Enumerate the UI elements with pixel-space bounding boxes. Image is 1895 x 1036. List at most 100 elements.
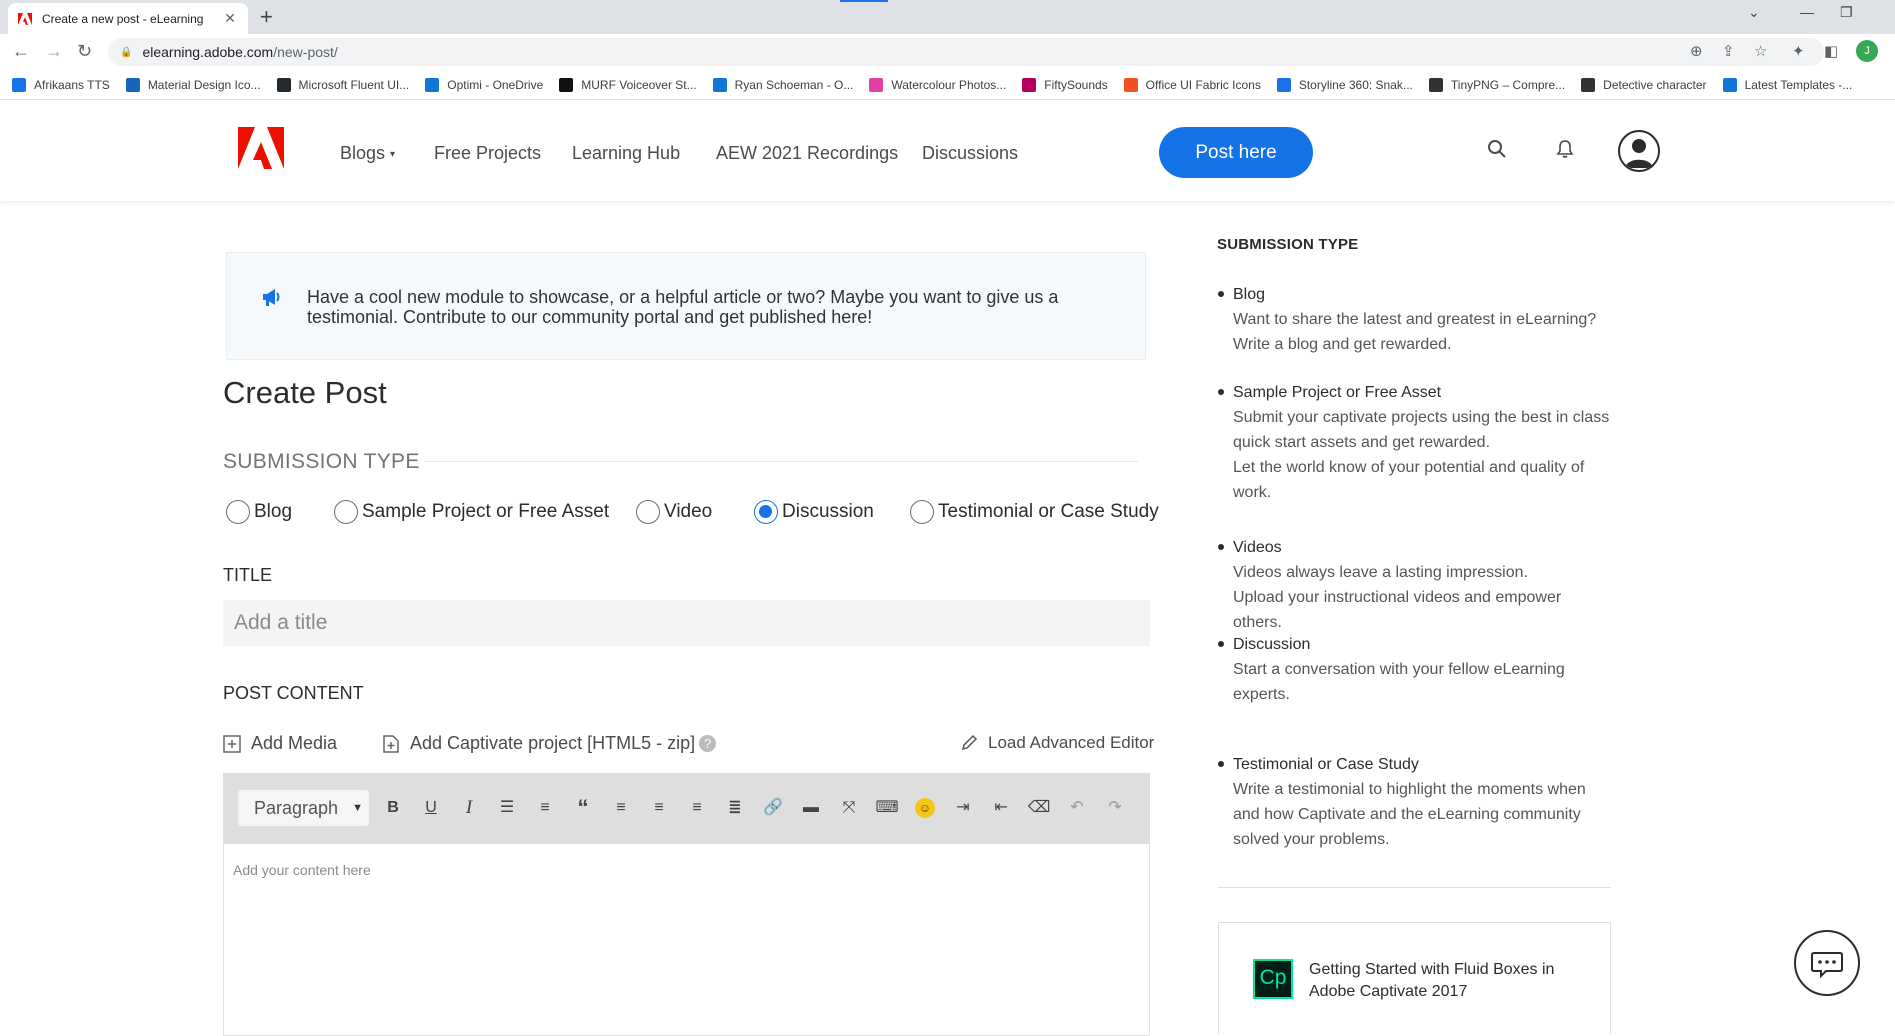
site-header: Blogs ▾ Free Projects Learning Hub AEW 2… <box>0 101 1895 201</box>
radio-circle[interactable] <box>334 500 358 524</box>
share-icon[interactable]: ⇪ <box>1722 42 1735 60</box>
tab-search-icon[interactable]: ⌄ <box>1748 4 1760 21</box>
close-tab-icon[interactable]: ✕ <box>222 10 238 27</box>
nav-aew-recordings[interactable]: AEW 2021 Recordings <box>716 143 898 164</box>
notification-bell-icon[interactable] <box>1555 139 1575 159</box>
align-right-icon[interactable]: ≡ <box>685 796 709 820</box>
sidebar-type-description: and how Captivate and the eLearning comm… <box>1233 806 1581 823</box>
bookmark-item[interactable]: Latest Templates -... <box>1722 77 1852 92</box>
nav-learning-hub[interactable]: Learning Hub <box>572 143 680 164</box>
bold-icon[interactable]: B <box>381 796 405 820</box>
load-advanced-editor-button[interactable]: Load Advanced Editor <box>960 733 1154 753</box>
radio-testimonial[interactable]: Testimonial or Case Study <box>910 500 1159 524</box>
nav-discussions[interactable]: Discussions <box>922 143 1018 164</box>
post-here-button[interactable]: Post here <box>1159 127 1313 178</box>
radio-circle[interactable] <box>910 500 934 524</box>
radio-circle[interactable] <box>636 500 660 524</box>
content-editor[interactable]: Add your content here <box>223 844 1150 1036</box>
loading-indicator <box>840 0 888 2</box>
bookmark-favicon-icon <box>12 77 26 92</box>
blockquote-icon[interactable]: “ <box>571 796 595 820</box>
bookmark-item[interactable]: TinyPNG – Compre... <box>1428 77 1565 92</box>
underline-icon[interactable]: U <box>419 796 443 820</box>
add-media-button[interactable]: Add Media <box>223 733 337 754</box>
bookmark-star-icon[interactable]: ☆ <box>1754 42 1767 60</box>
browser-tab[interactable]: Create a new post - eLearning ✕ <box>8 3 248 34</box>
restore-icon[interactable]: ❐ <box>1840 4 1853 21</box>
bookmark-item[interactable]: MURF Voiceover St... <box>559 77 697 92</box>
radio-circle[interactable] <box>226 500 250 524</box>
link-icon[interactable]: 🔗 <box>761 796 785 820</box>
radio-discussion[interactable]: Discussion <box>754 500 874 524</box>
search-icon[interactable] <box>1487 139 1507 159</box>
bookmark-item[interactable]: FiftySounds <box>1022 77 1108 92</box>
bookmark-item[interactable]: Ryan Schoeman - O... <box>712 77 853 92</box>
load-advanced-editor-label: Load Advanced Editor <box>988 733 1155 752</box>
bookmark-item[interactable]: Afrikaans TTS <box>12 77 110 92</box>
undo-icon[interactable]: ↶ <box>1065 796 1089 820</box>
horizontal-line-icon[interactable]: ▬ <box>799 796 823 820</box>
minimize-icon[interactable]: — <box>1800 4 1814 20</box>
user-avatar[interactable] <box>1618 130 1660 172</box>
bookmark-item[interactable]: Storyline 360: Snak... <box>1276 77 1413 92</box>
bookmark-favicon-icon <box>276 77 291 92</box>
align-center-icon[interactable]: ≡ <box>647 796 671 820</box>
bookmark-item[interactable]: Office UI Fabric Icons <box>1123 77 1261 92</box>
bulleted-list-icon[interactable]: ☰ <box>495 796 519 820</box>
redo-icon[interactable]: ↷ <box>1103 796 1127 820</box>
radio-circle-selected[interactable] <box>754 500 778 524</box>
help-icon[interactable]: ? <box>699 735 717 752</box>
new-tab-icon[interactable]: + <box>260 4 273 30</box>
add-captivate-button[interactable]: Add Captivate project [HTML5 - zip] ? <box>382 733 717 754</box>
title-input[interactable] <box>223 600 1150 646</box>
bookmark-favicon-icon <box>1022 77 1037 92</box>
bookmark-label: Optimi - OneDrive <box>447 77 544 92</box>
bookmark-item[interactable]: Material Design Ico... <box>125 77 261 92</box>
nav-free-projects[interactable]: Free Projects <box>434 143 541 164</box>
radio-blog[interactable]: Blog <box>226 500 292 524</box>
back-arrow-icon[interactable]: ← <box>12 41 30 62</box>
add-captivate-label: Add Captivate project [HTML5 - zip] <box>410 733 696 753</box>
align-left-icon[interactable]: ≡ <box>609 796 633 820</box>
paragraph-format-select[interactable]: Paragraph ▼ <box>238 790 369 826</box>
title-label: TITLE <box>223 565 273 585</box>
clear-formatting-icon[interactable]: ⌫ <box>1027 796 1051 820</box>
align-justify-icon[interactable]: ≣ <box>723 796 747 820</box>
bookmark-item[interactable]: Watercolour Photos... <box>869 77 1006 92</box>
radio-label: Discussion <box>782 501 874 522</box>
side-panel-icon[interactable]: ◧ <box>1824 42 1838 60</box>
bookmark-item[interactable]: Detective character <box>1581 77 1707 92</box>
url-bar[interactable]: 🔒 elearning.adobe.com/new-post/ <box>108 38 1824 66</box>
outdent-icon[interactable]: ⇤ <box>989 796 1013 820</box>
forward-arrow-icon[interactable]: → <box>45 41 63 62</box>
radio-sample-project[interactable]: Sample Project or Free Asset <box>334 500 609 524</box>
caret-down-icon: ▼ <box>352 802 363 814</box>
radio-video[interactable]: Video <box>636 500 712 524</box>
bookmark-label: Storyline 360: Snak... <box>1298 77 1413 92</box>
zoom-icon[interactable]: ⊕ <box>1690 42 1703 60</box>
italic-icon[interactable]: I <box>457 796 481 820</box>
bookmark-label: Afrikaans TTS <box>34 77 110 92</box>
extensions-icon[interactable]: ✦ <box>1792 42 1805 60</box>
reload-icon[interactable]: ↻ <box>77 41 92 62</box>
sidebar-type-description: Videos always leave a lasting impression… <box>1233 564 1528 581</box>
emoji-icon[interactable]: ☺ <box>913 796 937 820</box>
related-article-card[interactable]: Cp Getting Started with Fluid Boxes in A… <box>1218 922 1611 1034</box>
indent-icon[interactable]: ⇥ <box>951 796 975 820</box>
bookmark-favicon-icon <box>1276 77 1291 92</box>
numbered-list-icon[interactable]: ≡ <box>533 796 557 820</box>
browser-profile-avatar[interactable]: J <box>1856 40 1878 62</box>
nav-blogs[interactable]: Blogs ▾ <box>340 143 395 164</box>
bookmark-favicon-icon <box>425 77 440 92</box>
related-article-title[interactable]: Getting Started with Fluid Boxes in Adob… <box>1309 959 1589 1003</box>
chat-button[interactable] <box>1794 930 1860 996</box>
sidebar-type-description: Let the world know of your potential and… <box>1233 459 1585 476</box>
submission-type-label: SUBMISSION TYPE <box>223 450 420 473</box>
bookmarks-bar: Afrikaans TTS Material Design Ico... Micro… <box>0 70 1895 100</box>
bookmark-item[interactable]: Optimi - OneDrive <box>425 77 544 92</box>
fullscreen-icon[interactable]: ⤧ <box>837 796 861 820</box>
keyboard-icon[interactable]: ⌨ <box>875 796 899 820</box>
bookmark-label: Office UI Fabric Icons <box>1145 77 1261 92</box>
bookmark-item[interactable]: Microsoft Fluent UI... <box>276 77 409 92</box>
adobe-logo-icon[interactable] <box>238 127 284 169</box>
